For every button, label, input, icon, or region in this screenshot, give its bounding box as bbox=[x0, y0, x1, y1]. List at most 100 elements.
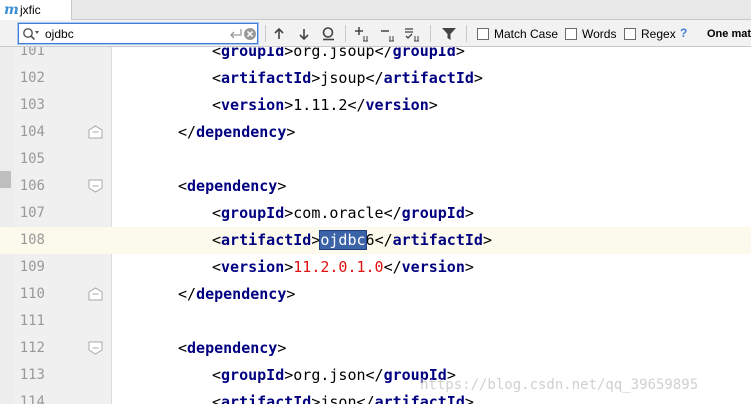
code-line[interactable]: 107 <groupId>com.oracle</groupId> bbox=[0, 200, 751, 227]
search-field[interactable] bbox=[18, 23, 258, 44]
tag-bracket: > bbox=[455, 47, 465, 60]
tag-value: com.oracle bbox=[293, 204, 384, 222]
tag-bracket: > bbox=[286, 285, 296, 303]
add-selection-icon bbox=[355, 27, 368, 42]
editor-tab-jxfic[interactable]: m jxfic bbox=[0, 0, 72, 20]
code-text: <groupId>org.jsoup</groupId> bbox=[212, 47, 465, 65]
clear-search-icon[interactable] bbox=[243, 27, 257, 41]
tag-bracket: > bbox=[464, 258, 474, 276]
xml-tag-name: dependency bbox=[187, 177, 278, 195]
select-all-occurrences-button[interactable] bbox=[404, 25, 422, 43]
tag-bracket: > bbox=[464, 393, 474, 404]
fold-end-icon[interactable] bbox=[88, 125, 103, 139]
tag-bracket: </ bbox=[374, 231, 393, 249]
code-text: <artifactId>ojdbc6</artifactId> bbox=[212, 227, 492, 254]
tag-bracket: </ bbox=[383, 258, 402, 276]
code-line[interactable]: 101 <groupId>org.jsoup</groupId> bbox=[0, 47, 751, 65]
line-number: 106 bbox=[19, 178, 45, 194]
words-label: Words bbox=[582, 27, 617, 41]
tag-bracket: > bbox=[277, 339, 287, 357]
tag-value: 6 bbox=[365, 231, 375, 249]
tag-value: 11.2.0.1.0 bbox=[293, 258, 384, 276]
code-text: <dependency> bbox=[178, 173, 286, 200]
arrow-down-icon bbox=[299, 29, 309, 41]
code-text: </dependency> bbox=[178, 119, 295, 146]
new-line-icon[interactable] bbox=[229, 28, 243, 40]
regex-option[interactable]: Regex bbox=[624, 26, 676, 42]
code-line[interactable]: 103 <version>1.11.2</version> bbox=[0, 92, 751, 119]
line-number: 111 bbox=[19, 313, 45, 329]
tag-bracket: > bbox=[482, 231, 492, 249]
line-number: 114 bbox=[19, 394, 45, 404]
search-occurrences-icon bbox=[322, 27, 334, 41]
toolbar-separator bbox=[265, 25, 266, 42]
find-in-path-button[interactable] bbox=[320, 25, 338, 43]
search-input[interactable] bbox=[45, 25, 205, 42]
code-text: <version>1.11.2</version> bbox=[212, 92, 438, 119]
tag-value: jsoup bbox=[320, 69, 366, 87]
match-case-checkbox[interactable] bbox=[477, 28, 489, 40]
xml-tag-name: groupId bbox=[221, 366, 285, 384]
tag-bracket: </ bbox=[365, 366, 384, 384]
code-text: <dependency> bbox=[178, 335, 286, 362]
xml-tag-name: groupId bbox=[221, 204, 285, 222]
filter-search-results-button[interactable] bbox=[440, 25, 458, 43]
tag-bracket: < bbox=[212, 231, 222, 249]
words-checkbox[interactable] bbox=[565, 28, 577, 40]
code-line[interactable]: 104 </dependency> bbox=[0, 119, 751, 146]
xml-tag-name: artifactId bbox=[374, 393, 465, 404]
regex-help-link[interactable]: ? bbox=[680, 26, 687, 40]
words-option[interactable]: Words bbox=[565, 26, 616, 42]
add-occurrence-button[interactable] bbox=[354, 25, 372, 43]
code-line[interactable]: 110 </dependency> bbox=[0, 281, 751, 308]
xml-tag-name: artifactId bbox=[221, 69, 312, 87]
remove-selection-icon bbox=[381, 30, 394, 42]
tag-bracket: </ bbox=[356, 393, 375, 404]
tag-bracket: > bbox=[277, 177, 287, 195]
tag-bracket: > bbox=[286, 123, 296, 141]
code-line[interactable]: 106 <dependency> bbox=[0, 173, 751, 200]
xml-tag-name: artifactId bbox=[221, 393, 312, 404]
code-line[interactable]: 111 bbox=[0, 308, 751, 335]
tag-bracket: </ bbox=[383, 204, 402, 222]
line-number: 112 bbox=[19, 340, 45, 356]
xml-tag-name: version bbox=[221, 258, 285, 276]
fold-end-icon[interactable] bbox=[88, 287, 103, 301]
code-editor[interactable]: 101 <groupId>org.jsoup</groupId> 102 <artif… bbox=[0, 47, 751, 404]
tag-bracket: > bbox=[428, 96, 438, 114]
toolbar-separator bbox=[430, 25, 431, 42]
tag-value: org.json bbox=[293, 366, 366, 384]
tag-bracket: < bbox=[212, 204, 222, 222]
xml-tag-name: version bbox=[221, 96, 285, 114]
tag-bracket: < bbox=[212, 258, 222, 276]
previous-occurrence-button[interactable] bbox=[270, 25, 288, 43]
code-text: </dependency> bbox=[178, 281, 295, 308]
code-line[interactable]: 102 <artifactId>jsoup</artifactId> bbox=[0, 65, 751, 92]
fold-collapse-icon[interactable] bbox=[88, 179, 103, 193]
code-line[interactable]: 112 <dependency> bbox=[0, 335, 751, 362]
match-case-label: Match Case bbox=[494, 27, 559, 41]
select-all-occurrences-icon bbox=[405, 28, 419, 42]
remove-occurrence-button[interactable] bbox=[380, 25, 398, 43]
code-text: <artifactId>jsoup</artifactId> bbox=[212, 65, 483, 92]
line-number: 105 bbox=[19, 151, 45, 167]
toolbar-separator bbox=[466, 25, 467, 42]
tag-bracket: </ bbox=[178, 285, 197, 303]
filter-icon bbox=[442, 28, 456, 40]
xml-tag-name: version bbox=[401, 258, 465, 276]
editor-tab-bar: m jxfic bbox=[0, 0, 751, 20]
tag-bracket: > bbox=[284, 96, 294, 114]
next-occurrence-button[interactable] bbox=[295, 25, 313, 43]
regex-checkbox[interactable] bbox=[624, 28, 636, 40]
regex-label: Regex bbox=[641, 27, 676, 41]
search-history-icon[interactable] bbox=[22, 27, 40, 41]
code-line[interactable]: 105 bbox=[0, 146, 751, 173]
tag-bracket: </ bbox=[374, 47, 393, 60]
fold-collapse-icon[interactable] bbox=[88, 341, 103, 355]
line-number: 109 bbox=[19, 259, 45, 275]
code-line[interactable]: 109 <version>11.2.0.1.0</version> bbox=[0, 254, 751, 281]
toolbar-separator bbox=[345, 25, 346, 42]
tag-bracket: > bbox=[284, 204, 294, 222]
match-case-option[interactable]: Match Case bbox=[477, 26, 558, 42]
code-line[interactable]: 108 <artifactId>ojdbc6</artifactId> bbox=[0, 227, 751, 254]
